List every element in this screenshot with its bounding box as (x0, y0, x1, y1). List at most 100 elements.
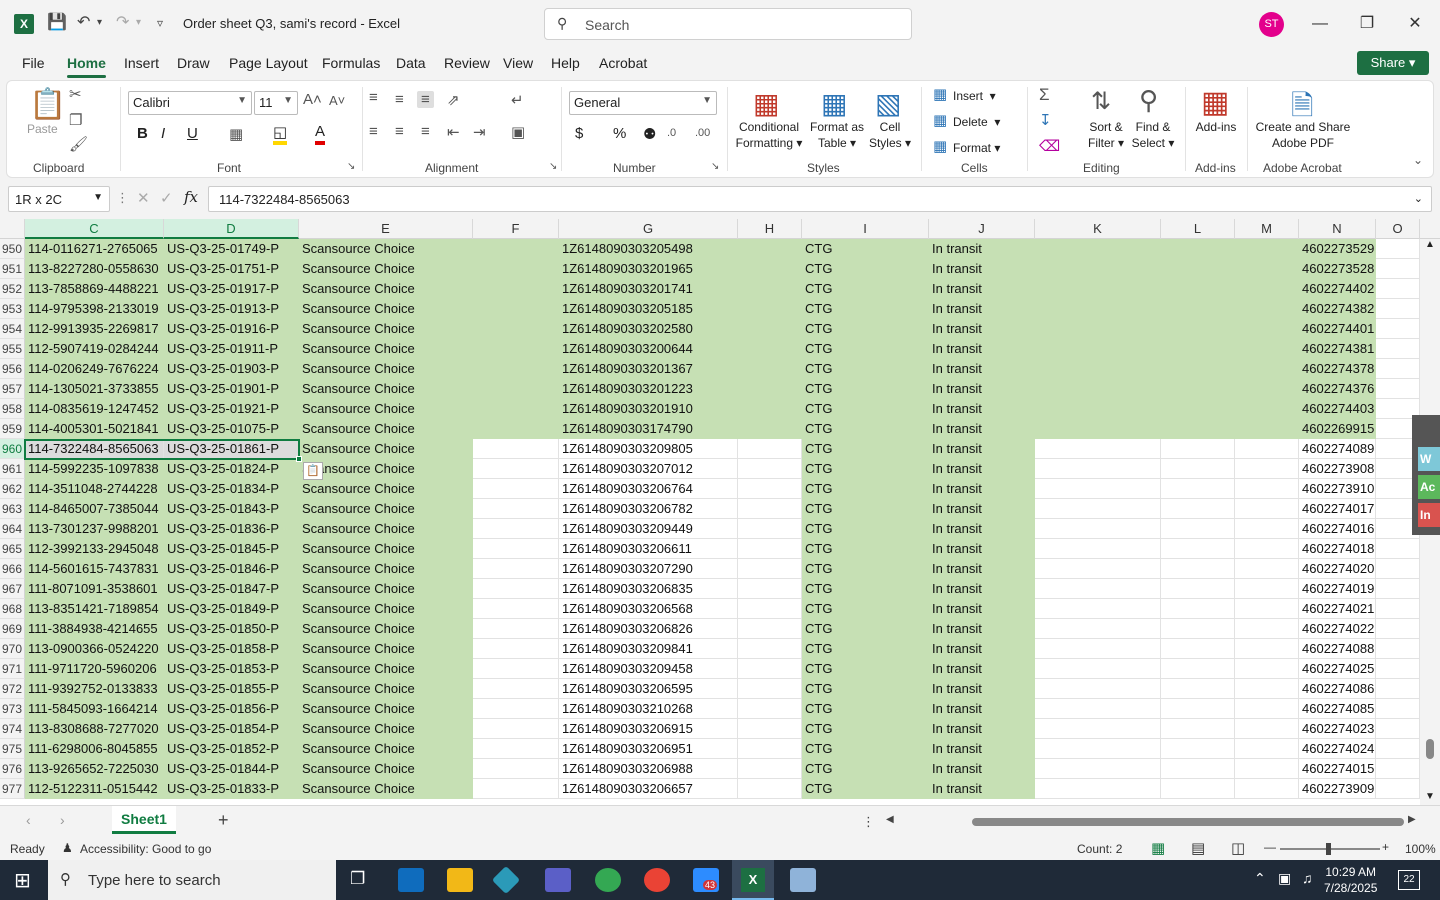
column-header-n[interactable]: N (1299, 219, 1376, 239)
cell-o[interactable] (1376, 619, 1420, 639)
format-as-table-icon[interactable]: ▦ (821, 87, 847, 120)
cell-n[interactable]: 4602269915 (1299, 419, 1376, 439)
cell-k[interactable] (1035, 379, 1161, 399)
copy-icon[interactable]: ❐ (69, 111, 82, 129)
cell-j[interactable]: In transit (929, 659, 1035, 679)
cell-i[interactable]: CTG (802, 519, 929, 539)
row-header[interactable]: 959 (0, 419, 25, 439)
row-header[interactable]: 954 (0, 319, 25, 339)
insert-cells-button[interactable]: Insert ▾ (953, 88, 996, 104)
cell-f[interactable] (473, 339, 559, 359)
cell-c[interactable]: 112-5907419-0284244 (25, 339, 164, 359)
file-explorer-app-icon[interactable] (447, 868, 473, 892)
cell-o[interactable] (1376, 759, 1420, 779)
cell-h[interactable] (738, 579, 802, 599)
cell-e[interactable]: Scansource Choice (299, 559, 473, 579)
cell-n[interactable]: 4602273528 (1299, 259, 1376, 279)
cell-g[interactable]: 1Z6148090303210268 (559, 699, 738, 719)
cell-o[interactable] (1376, 239, 1420, 259)
cell-g[interactable]: 1Z6148090303206657 (559, 779, 738, 799)
font-dialog-launcher-icon[interactable]: ↘ (347, 161, 355, 172)
delete-cells-button[interactable]: Delete ▾ (953, 114, 1000, 130)
cell-c[interactable]: 114-5601615-7437831 (25, 559, 164, 579)
cell-m[interactable] (1235, 759, 1299, 779)
cell-j[interactable]: In transit (929, 539, 1035, 559)
cell-j[interactable]: In transit (929, 299, 1035, 319)
cell-k[interactable] (1035, 699, 1161, 719)
cell-d[interactable]: US-Q3-25-01921-P (164, 399, 299, 419)
cell-i[interactable]: CTG (802, 339, 929, 359)
cell-h[interactable] (738, 699, 802, 719)
cell-c[interactable]: 114-0116271-2765065 (25, 239, 164, 259)
column-header-i[interactable]: I (802, 219, 929, 239)
name-box-dropdown-icon[interactable]: ▼ (93, 192, 103, 203)
tab-draw[interactable]: Draw (177, 55, 210, 71)
cell-j[interactable]: In transit (929, 459, 1035, 479)
row-header[interactable]: 956 (0, 359, 25, 379)
cell-styles-icon[interactable]: ▧ (875, 87, 901, 120)
cell-n[interactable]: 4602274382 (1299, 299, 1376, 319)
cell-c[interactable]: 113-7301237-9988201 (25, 519, 164, 539)
cell-j[interactable]: In transit (929, 579, 1035, 599)
orientation-icon[interactable]: ⇗ (447, 91, 460, 109)
cell-l[interactable] (1161, 739, 1235, 759)
cell-k[interactable] (1035, 679, 1161, 699)
cell-k[interactable] (1035, 299, 1161, 319)
tab-review[interactable]: Review (444, 55, 490, 71)
row-header[interactable]: 972 (0, 679, 25, 699)
cell-k[interactable] (1035, 259, 1161, 279)
autosum-icon[interactable]: Σ (1039, 85, 1050, 105)
row-header[interactable]: 977 (0, 779, 25, 799)
tab-home[interactable]: Home (67, 55, 106, 78)
column-header-o[interactable]: O (1376, 219, 1420, 239)
notification-center-button[interactable]: 22 (1398, 870, 1420, 890)
cell-n[interactable]: 4602274378 (1299, 359, 1376, 379)
scroll-left-icon[interactable]: ◀ (886, 814, 894, 825)
cell-e[interactable]: Scansource Choice (299, 619, 473, 639)
cell-d[interactable]: US-Q3-25-01836-P (164, 519, 299, 539)
align-top-icon[interactable]: ≡ (369, 89, 378, 106)
cell-c[interactable]: 112-3992133-2945048 (25, 539, 164, 559)
cell-h[interactable] (738, 399, 802, 419)
next-sheet-icon[interactable]: › (60, 812, 65, 828)
row-header[interactable]: 970 (0, 639, 25, 659)
cell-h[interactable] (738, 599, 802, 619)
cell-o[interactable] (1376, 339, 1420, 359)
teams-app-icon[interactable] (545, 868, 571, 892)
cell-k[interactable] (1035, 479, 1161, 499)
undo-icon[interactable]: ↶ (77, 12, 90, 32)
cell-g[interactable]: 1Z6148090303201965 (559, 259, 738, 279)
cell-f[interactable] (473, 639, 559, 659)
cell-c[interactable]: 112-9913935-2269817 (25, 319, 164, 339)
cell-d[interactable]: US-Q3-25-01901-P (164, 379, 299, 399)
number-dialog-launcher-icon[interactable]: ↘ (711, 161, 719, 172)
cell-k[interactable] (1035, 339, 1161, 359)
cell-i[interactable]: CTG (802, 399, 929, 419)
cell-l[interactable] (1161, 359, 1235, 379)
cell-m[interactable] (1235, 719, 1299, 739)
comma-style-icon[interactable]: ⚉ (643, 125, 656, 143)
cell-h[interactable] (738, 759, 802, 779)
cell-j[interactable]: In transit (929, 739, 1035, 759)
font-color-icon[interactable]: A (315, 123, 326, 145)
cell-n[interactable]: 4602273909 (1299, 779, 1376, 799)
cell-i[interactable]: CTG (802, 419, 929, 439)
italic-icon[interactable]: I (161, 125, 165, 142)
page-break-view-icon[interactable]: ◫ (1231, 839, 1245, 857)
tab-formulas[interactable]: Formulas (322, 55, 380, 71)
cell-e[interactable]: Scansource Choice (299, 279, 473, 299)
cell-j[interactable]: In transit (929, 419, 1035, 439)
cell-h[interactable] (738, 539, 802, 559)
cell-l[interactable] (1161, 599, 1235, 619)
cell-i[interactable]: CTG (802, 239, 929, 259)
cell-f[interactable] (473, 519, 559, 539)
cell-d[interactable]: US-Q3-25-01903-P (164, 359, 299, 379)
spreadsheet-grid[interactable]: C D E F G H I J K L M N O 950 114-0116271… (0, 219, 1440, 805)
undo-dropdown-icon[interactable]: ▾ (97, 17, 102, 28)
increase-decimal-icon[interactable]: .0 (667, 127, 676, 139)
cell-m[interactable] (1235, 399, 1299, 419)
cell-m[interactable] (1235, 659, 1299, 679)
volume-icon[interactable]: ♫ (1302, 870, 1313, 886)
search-box[interactable]: ⚲ Search (544, 8, 912, 40)
format-cells-button[interactable]: Format ▾ (953, 140, 1000, 156)
